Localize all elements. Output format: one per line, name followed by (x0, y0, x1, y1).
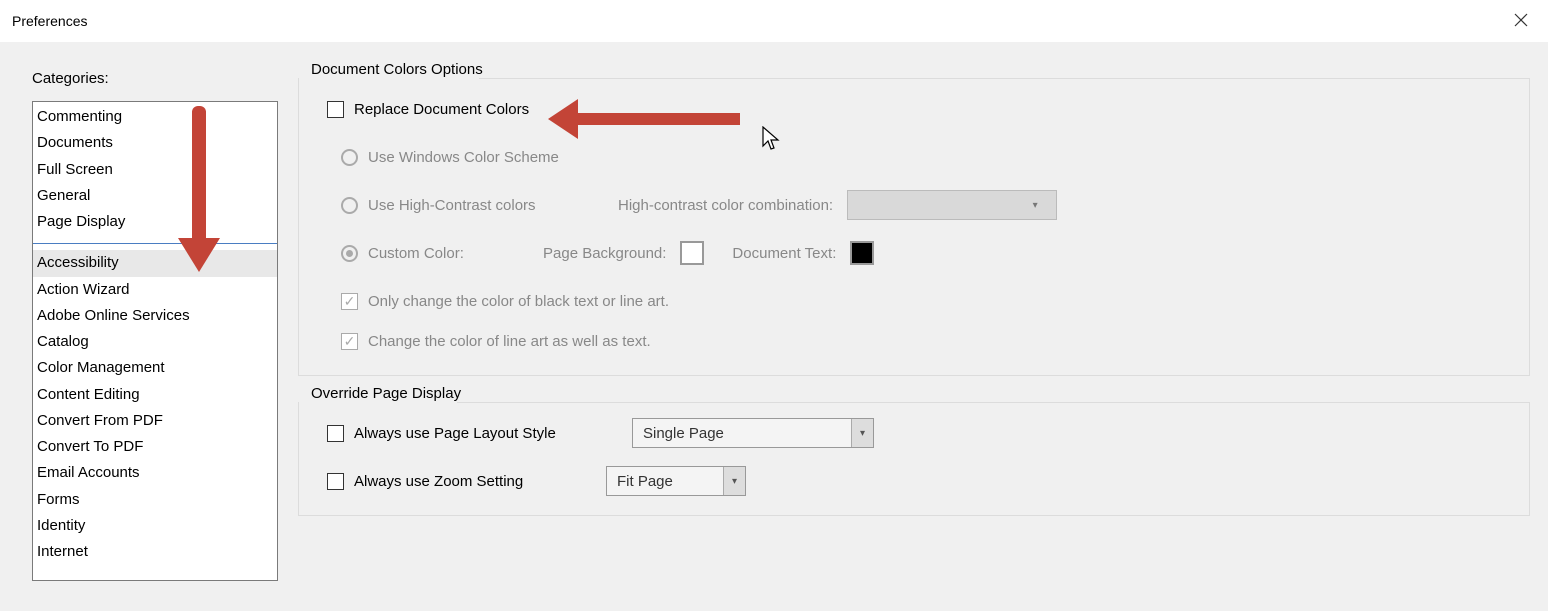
category-item[interactable]: Documents (33, 130, 277, 156)
chevron-down-icon: ▾ (1024, 200, 1046, 211)
custom-color-radio[interactable] (341, 245, 358, 262)
always-layout-checkbox[interactable] (327, 425, 344, 442)
replace-colors-label: Replace Document Colors (354, 101, 529, 118)
override-page-display-title: Override Page Display (307, 385, 465, 402)
document-colors-group-title: Document Colors Options (307, 61, 487, 78)
window-title: Preferences (12, 13, 1506, 29)
hc-combo-label: High-contrast color combination: (618, 197, 833, 214)
category-item[interactable]: Content Editing (33, 382, 277, 408)
zoom-value: Fit Page (617, 473, 715, 490)
page-layout-combo[interactable]: Single Page ▾ (632, 418, 874, 448)
category-item[interactable]: Color Management (33, 355, 277, 381)
always-layout-label: Always use Page Layout Style (354, 425, 632, 442)
categories-separator (33, 243, 277, 244)
category-item[interactable]: Page Display (33, 209, 277, 235)
only-black-checkbox[interactable] (341, 293, 358, 310)
always-zoom-label: Always use Zoom Setting (354, 473, 606, 490)
change-lineart-checkbox[interactable] (341, 333, 358, 350)
page-layout-value: Single Page (643, 425, 843, 442)
category-item[interactable]: Catalog (33, 329, 277, 355)
high-contrast-radio[interactable] (341, 197, 358, 214)
category-item[interactable]: Adobe Online Services (33, 303, 277, 329)
category-item[interactable]: General (33, 183, 277, 209)
category-item[interactable]: Full Screen (33, 157, 277, 183)
zoom-combo[interactable]: Fit Page ▾ (606, 466, 746, 496)
category-item[interactable]: Identity (33, 513, 277, 539)
doc-text-label: Document Text: (732, 245, 836, 262)
only-black-label: Only change the color of black text or l… (368, 293, 669, 310)
category-item[interactable]: Action Wizard (33, 277, 277, 303)
category-item[interactable]: Email Accounts (33, 460, 277, 486)
categories-listbox[interactable]: CommentingDocumentsFull ScreenGeneralPag… (32, 101, 278, 581)
category-item[interactable]: Commenting (33, 104, 277, 130)
hc-combo[interactable]: ▾ (847, 190, 1057, 220)
chevron-down-icon: ▾ (851, 419, 873, 447)
windows-color-radio[interactable] (341, 149, 358, 166)
high-contrast-label: Use High-Contrast colors (368, 197, 618, 214)
category-item[interactable]: Internet (33, 539, 277, 565)
windows-color-label: Use Windows Color Scheme (368, 149, 559, 166)
category-item[interactable]: Convert To PDF (33, 434, 277, 460)
custom-color-label: Custom Color: (368, 245, 543, 262)
chevron-down-icon: ▾ (723, 467, 745, 495)
change-lineart-label: Change the color of line art as well as … (368, 333, 651, 350)
page-bg-swatch[interactable] (680, 241, 704, 265)
category-item[interactable]: Convert From PDF (33, 408, 277, 434)
categories-heading: Categories: (32, 70, 280, 87)
close-icon (1514, 13, 1528, 27)
category-item[interactable]: Accessibility (33, 250, 277, 276)
replace-colors-checkbox[interactable] (327, 101, 344, 118)
titlebar: Preferences (0, 0, 1548, 42)
category-item[interactable]: Forms (33, 487, 277, 513)
page-bg-label: Page Background: (543, 245, 666, 262)
close-button[interactable] (1506, 7, 1536, 36)
document-colors-group: Document Colors Options Replace Document… (298, 70, 1530, 376)
override-page-display-group: Override Page Display Always use Page La… (298, 394, 1530, 516)
always-zoom-checkbox[interactable] (327, 473, 344, 490)
doc-text-swatch[interactable] (850, 241, 874, 265)
